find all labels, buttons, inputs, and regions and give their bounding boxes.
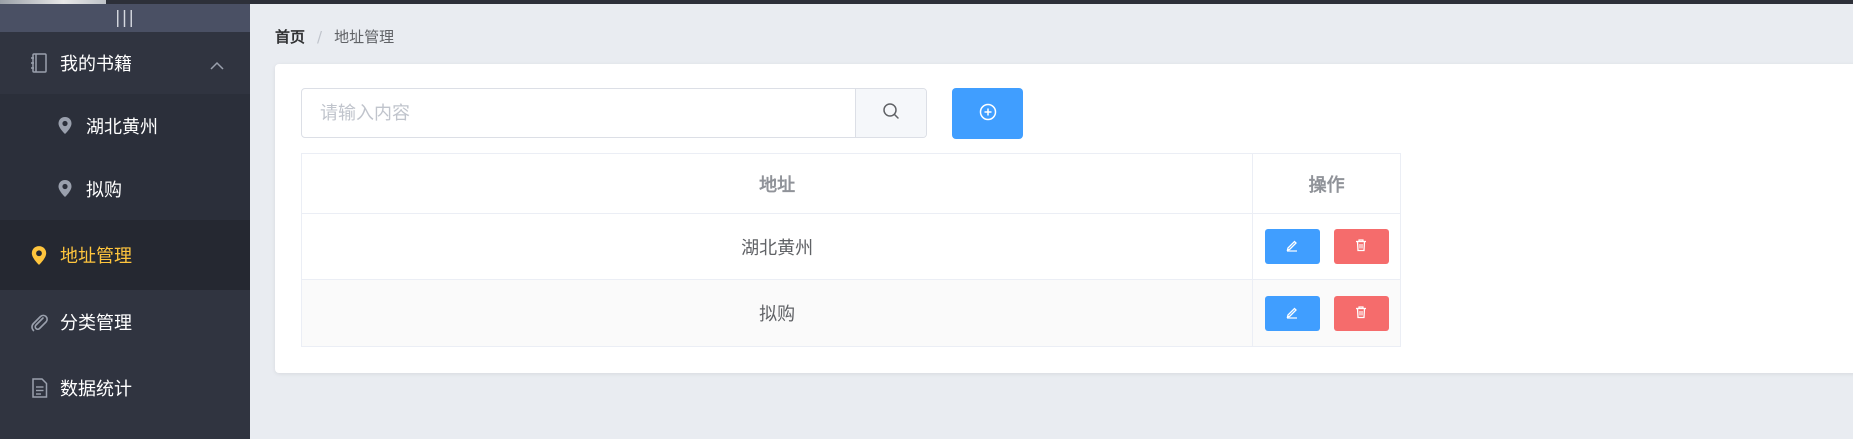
- edit-button[interactable]: [1264, 229, 1320, 264]
- sidebar-item-label: 我的书籍: [60, 54, 132, 75]
- location-pin-icon: [28, 244, 50, 266]
- breadcrumb: 首页 / 地址管理: [275, 26, 394, 47]
- trash-icon: [1354, 303, 1368, 324]
- paperclip-icon: [28, 311, 50, 333]
- column-header-actions: 操作: [1308, 174, 1345, 196]
- sidebar-item-label: 拟购: [86, 179, 122, 201]
- sidebar-subitem-hubei-huangzhou[interactable]: 湖北黄州: [0, 94, 250, 157]
- sidebar-item-label: 分类管理: [60, 312, 132, 334]
- sidebar-item-label: 地址管理: [60, 246, 132, 267]
- actions-cell: [1253, 280, 1400, 346]
- address-table: 地址 操作 湖北黄州 拟购: [301, 153, 1401, 347]
- edit-icon: [1285, 303, 1299, 324]
- breadcrumb-home[interactable]: 首页: [275, 26, 305, 47]
- table-row: 拟购: [302, 280, 1400, 346]
- search-button[interactable]: [855, 89, 926, 137]
- sidebar: ||| 我的书籍 湖北黄州 拟购 地址管理 分类管理 数据统计: [0, 4, 250, 439]
- chevron-up-icon: [210, 54, 224, 75]
- actions-cell: [1253, 214, 1400, 279]
- sidebar-item-label: 数据统计: [60, 379, 132, 400]
- sidebar-item-label: 湖北黄州: [86, 116, 158, 138]
- address-cell: 湖北黄州: [302, 214, 1254, 279]
- plus-circle-icon: [979, 103, 997, 125]
- sidebar-item-address-management[interactable]: 地址管理: [0, 220, 250, 290]
- trash-icon: [1354, 236, 1368, 257]
- search-icon: [882, 102, 900, 124]
- column-header-address: 地址: [302, 154, 1254, 213]
- delete-button[interactable]: [1333, 229, 1389, 264]
- location-pin-icon: [56, 117, 74, 135]
- add-address-button[interactable]: [952, 88, 1023, 139]
- search-box: [301, 88, 927, 138]
- content-card: 地址 操作 湖北黄州 拟购: [275, 64, 1853, 373]
- table-header-row: 地址 操作: [302, 154, 1400, 214]
- delete-button[interactable]: [1333, 295, 1389, 331]
- location-pin-icon: [56, 180, 74, 198]
- sidebar-subitem-nigou[interactable]: 拟购: [0, 157, 250, 220]
- table-row: 湖北黄州: [302, 214, 1400, 280]
- sidebar-collapse-toggle[interactable]: |||: [0, 4, 250, 32]
- breadcrumb-current: 地址管理: [334, 28, 395, 46]
- edit-icon: [1285, 236, 1299, 257]
- sidebar-item-data-statistics[interactable]: 数据统计: [0, 353, 250, 423]
- sidebar-item-category-management[interactable]: 分类管理: [0, 290, 250, 353]
- sidebar-item-my-books[interactable]: 我的书籍: [0, 32, 250, 94]
- breadcrumb-separator: /: [317, 27, 323, 46]
- search-input[interactable]: [302, 89, 855, 137]
- top-bar: [0, 0, 1853, 4]
- document-icon: [28, 377, 50, 399]
- collapse-toggle-label: |||: [114, 8, 136, 28]
- address-cell: 拟购: [302, 280, 1254, 346]
- edit-button[interactable]: [1264, 295, 1320, 331]
- notebook-icon: [28, 52, 50, 74]
